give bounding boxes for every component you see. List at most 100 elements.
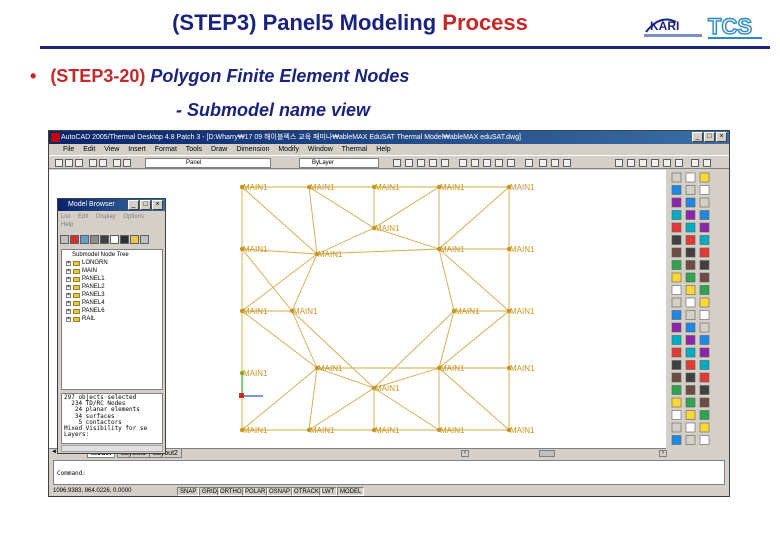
conductor-icon[interactable] (441, 159, 449, 167)
thermal-tool-icon[interactable] (671, 347, 682, 358)
thermal-tool-icon[interactable] (699, 272, 710, 283)
view-iso2-icon[interactable] (703, 159, 711, 167)
thermal-tool-icon[interactable] (699, 222, 710, 233)
thermal-tool-icon[interactable] (671, 385, 682, 395)
lwt-toggle[interactable]: LWT (319, 487, 338, 496)
thermal-tool-icon[interactable] (685, 172, 696, 183)
view-top-icon[interactable] (615, 159, 623, 167)
thermal-tool-icon[interactable] (699, 422, 710, 433)
mb-menu-display[interactable]: Display (96, 214, 116, 220)
open-icon[interactable] (65, 159, 73, 167)
thermal-tool-icon[interactable] (685, 185, 696, 195)
menu-draw[interactable]: Draw (211, 146, 227, 153)
thermal-tool-icon[interactable] (671, 360, 682, 370)
thermal-tool-icon[interactable] (699, 360, 710, 370)
zoom-in-icon[interactable] (495, 159, 503, 167)
scroll-right-button[interactable]: › (659, 450, 667, 457)
thermal-tool-icon[interactable] (671, 247, 682, 258)
thermal-tool-icon[interactable] (671, 322, 682, 333)
menu-tools[interactable]: Tools (186, 146, 202, 153)
polar-toggle[interactable]: POLAR (242, 487, 269, 496)
thermal-tool-icon[interactable] (699, 235, 710, 245)
thermal-tool-icon[interactable] (671, 172, 682, 183)
tree-item-main[interactable]: + MAIN (64, 267, 160, 275)
thermal-tool-icon[interactable] (699, 185, 710, 195)
thermal-tool-icon[interactable] (671, 260, 682, 270)
layer-combo[interactable]: Panel (145, 158, 271, 168)
menu-format[interactable]: Format (155, 146, 177, 153)
thermal-tool-icon[interactable] (699, 285, 710, 295)
view-iso-icon[interactable] (691, 159, 699, 167)
mb-horizontal-scrollbar[interactable] (61, 445, 163, 452)
properties-icon[interactable] (393, 159, 401, 167)
list-icon[interactable] (539, 159, 547, 167)
thermal-tool-icon[interactable] (671, 222, 682, 233)
thermal-tool-icon[interactable] (671, 372, 682, 383)
menu-modify[interactable]: Modify (278, 146, 299, 153)
thermal-tool-icon[interactable] (685, 385, 696, 395)
surface-icon[interactable] (417, 159, 425, 167)
undo-icon[interactable] (89, 159, 97, 167)
expand-icon[interactable]: + (66, 276, 71, 282)
snap-toggle[interactable]: SNAP (177, 487, 200, 496)
thermal-tool-icon[interactable] (685, 310, 696, 320)
menu-window[interactable]: Window (308, 146, 333, 153)
expand-icon[interactable]: + (66, 260, 71, 266)
thermal-tool-icon[interactable] (685, 222, 696, 233)
thermal-tool-icon[interactable] (671, 197, 682, 208)
view-front-icon[interactable] (663, 159, 671, 167)
ortho-toggle[interactable]: ORTHO (217, 487, 245, 496)
mb-menu-edit[interactable]: Edit (78, 214, 88, 220)
osnap-toggle[interactable]: OSNAP (266, 487, 294, 496)
thermal-tool-icon[interactable] (685, 410, 696, 420)
expand-icon[interactable]: + (66, 284, 71, 290)
mb-sort-icon[interactable] (120, 235, 129, 244)
new-icon[interactable] (55, 159, 63, 167)
menu-thermal[interactable]: Thermal (342, 146, 368, 153)
horizontal-scroll-thumb[interactable] (539, 450, 555, 457)
thermal-tool-icon[interactable] (671, 272, 682, 283)
thermal-tool-icon[interactable] (699, 322, 710, 333)
thermal-tool-icon[interactable] (685, 297, 696, 308)
menu-edit[interactable]: Edit (83, 146, 95, 153)
thermal-tool-icon[interactable] (699, 172, 710, 183)
tree-item-panel3[interactable]: + PANEL3 (64, 291, 160, 299)
otrack-toggle[interactable]: OTRACK (291, 487, 323, 496)
mb-refresh-icon[interactable] (70, 235, 79, 244)
thermal-tool-icon[interactable] (685, 372, 696, 383)
mb-filter-icon[interactable] (110, 235, 119, 244)
thermal-tool-icon[interactable] (685, 247, 696, 258)
mb-folder-icon[interactable] (130, 235, 139, 244)
thermal-tool-icon[interactable] (699, 410, 710, 420)
expand-icon[interactable]: + (66, 292, 71, 298)
contactor-icon[interactable] (429, 159, 437, 167)
thermal-tool-icon[interactable] (699, 260, 710, 270)
thermal-tool-icon[interactable] (685, 210, 696, 220)
command-line[interactable]: Command: (53, 460, 725, 485)
expand-icon[interactable]: + (66, 300, 71, 306)
mb-conductors-icon[interactable] (100, 235, 109, 244)
zoom-extents-icon[interactable] (483, 159, 491, 167)
thermal-tool-icon[interactable] (685, 335, 696, 345)
thermal-tool-icon[interactable] (699, 372, 710, 383)
flag-icon[interactable] (551, 159, 559, 167)
save-icon[interactable] (75, 159, 83, 167)
view-bottom-icon[interactable] (627, 159, 635, 167)
thermal-tool-icon[interactable] (685, 360, 696, 370)
menu-insert[interactable]: Insert (128, 146, 146, 153)
thermal-tool-icon[interactable] (671, 235, 682, 245)
expand-icon[interactable]: + (66, 316, 71, 322)
expand-icon[interactable]: + (66, 268, 71, 274)
thermal-tool-icon[interactable] (685, 322, 696, 333)
redo-icon[interactable] (99, 159, 107, 167)
menu-file[interactable]: File (63, 146, 74, 153)
close-button[interactable]: × (716, 132, 727, 142)
measure-icon[interactable] (525, 159, 533, 167)
thermal-tool-icon[interactable] (699, 310, 710, 320)
tree-item-panel4[interactable]: + PANEL4 (64, 299, 160, 307)
mb-menu-list[interactable]: List (61, 214, 70, 220)
menu-view[interactable]: View (104, 146, 119, 153)
zoom-window-icon[interactable] (459, 159, 467, 167)
thermal-tool-icon[interactable] (699, 335, 710, 345)
maximize-button[interactable]: □ (704, 132, 715, 142)
